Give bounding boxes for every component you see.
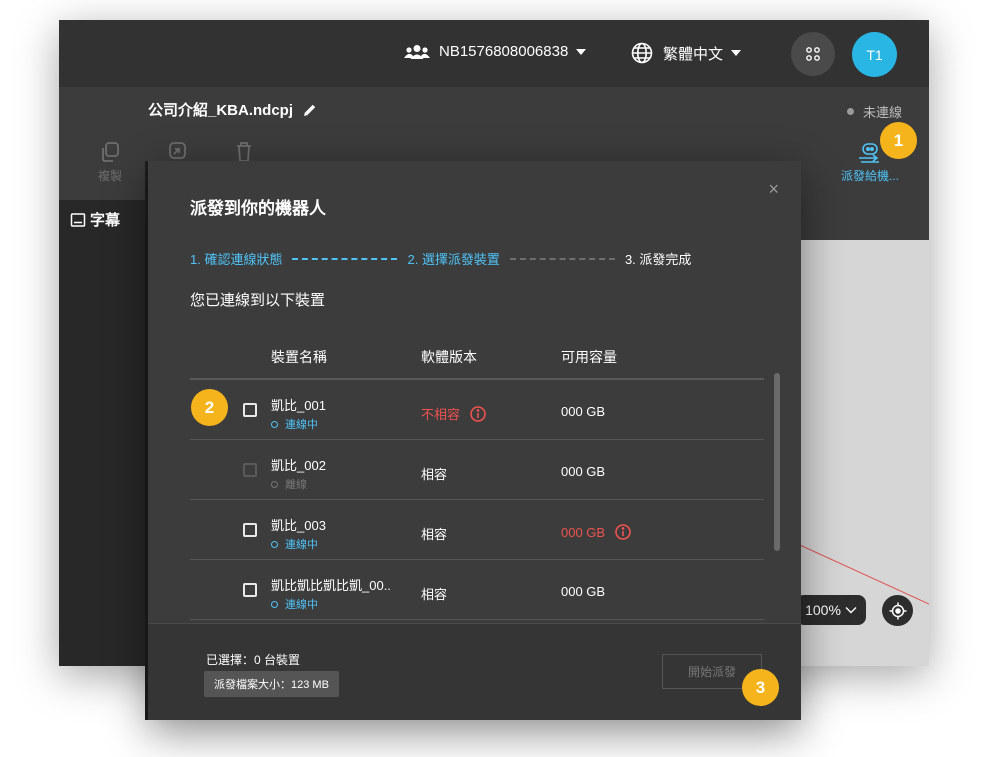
zoom-value: 100% [805, 602, 841, 618]
table-header: 裝置名稱 軟體版本 可用容量 [190, 347, 764, 380]
step-3: 3. 派發完成 [624, 252, 692, 267]
device-status-label: 連線中 [285, 419, 318, 431]
device-status: 連線中 [271, 596, 318, 612]
capacity: 000 GB [561, 584, 606, 599]
dialog-title: 派發到你的機器人 [190, 199, 326, 218]
chevron-down-icon [731, 50, 742, 56]
chevron-down-icon [845, 607, 857, 614]
language-label: 繁體中文 [663, 45, 724, 63]
device-name: 凱比_003 [271, 518, 326, 533]
dispatch-dialog: 派發到你的機器人 × 1. 確認連線狀態 2. 選擇派發裝置 3. 派發完成 您… [148, 161, 801, 720]
copy-icon [102, 142, 119, 162]
copy-button[interactable]: 複製 [90, 141, 130, 184]
device-checkbox [243, 463, 257, 477]
robot-dispatch-icon [858, 143, 879, 163]
step-2: 2. 選擇派發裝置 [407, 252, 500, 267]
top-bar: NB1576808006838 繁體中文 T1 [59, 20, 929, 87]
software-version: 不相容 [421, 404, 486, 423]
device-checkbox[interactable] [243, 523, 257, 537]
selected-count: 已選擇：0 台裝置 [206, 653, 301, 667]
device-status-label: 連線中 [285, 539, 318, 551]
device-name: 凱比_002 [271, 458, 326, 473]
zoom-select[interactable]: 100% [796, 595, 866, 625]
pencil-icon[interactable] [303, 103, 317, 117]
capacity: 000 GB [561, 404, 606, 419]
crosshair-icon [889, 602, 906, 619]
status-ring-icon [271, 540, 278, 548]
step-connector-2 [509, 257, 615, 260]
device-name: 凱比凱比凱比凱_00.. [271, 578, 391, 593]
list-scrollbar[interactable] [774, 373, 780, 551]
step-1: 1. 確認連線狀態 [190, 252, 283, 267]
account-menu[interactable]: NB1576808006838 [404, 43, 587, 60]
apps-grid-icon [806, 47, 820, 61]
language-menu[interactable]: 繁體中文 [631, 42, 742, 64]
table-row[interactable]: 凱比_003 連線中 相容 000 GB [190, 500, 764, 560]
capacity: 000 GB [561, 464, 606, 479]
software-version: 相容 [421, 587, 448, 602]
avatar[interactable]: T1 [852, 32, 897, 77]
left-panel: 字幕 [59, 200, 147, 666]
dialog-footer: 已選擇：0 台裝置 派發檔案大小：123 MB 開始派發 [148, 623, 801, 720]
project-name-label: 公司介紹_KBA.ndcpj [148, 102, 294, 119]
software-version: 相容 [421, 467, 448, 482]
device-checkbox[interactable] [243, 583, 257, 597]
copy-label: 複製 [97, 169, 122, 183]
step-badge-1: 1 [880, 122, 917, 159]
trash-icon [237, 142, 251, 162]
device-status-label: 連線中 [285, 599, 318, 611]
users-icon [404, 44, 430, 59]
table-row[interactable]: 凱比_001 連線中 不相容 000 GB [190, 380, 764, 440]
connection-status-label: 未連線 [862, 105, 902, 120]
chevron-down-icon [576, 48, 587, 55]
step-connector-1 [292, 257, 398, 260]
tab-subtitles[interactable]: 字幕 [70, 209, 120, 230]
software-version-label: 不相容 [421, 407, 461, 422]
column-software-version: 軟體版本 [421, 349, 477, 365]
paste-icon [169, 142, 186, 159]
step-badge-2: 2 [191, 389, 228, 426]
capacity: 000 GB [561, 524, 631, 540]
subtitle-icon [70, 212, 86, 227]
file-size-badge: 派發檔案大小：123 MB [204, 671, 339, 697]
locate-button[interactable] [882, 595, 913, 626]
tab-subtitles-label: 字幕 [90, 212, 121, 229]
software-version: 相容 [421, 527, 448, 542]
capacity-label: 000 GB [561, 524, 606, 540]
status-ring-icon [271, 420, 278, 428]
column-device-name: 裝置名稱 [271, 349, 327, 365]
info-icon[interactable] [615, 524, 631, 540]
device-list: 凱比_001 連線中 不相容 000 GB 凱比_002 離線 相容 000 G… [190, 380, 764, 620]
table-row: 凱比_002 離線 相容 000 GB [190, 440, 764, 500]
account-name: NB1576808006838 [439, 43, 569, 60]
project-name[interactable]: 公司介紹_KBA.ndcpj [148, 99, 317, 120]
device-status: 連線中 [271, 536, 318, 552]
stepper: 1. 確認連線狀態 2. 選擇派發裝置 3. 派發完成 [190, 249, 691, 268]
dispatch-label: 派發給機... [840, 169, 899, 183]
column-capacity: 可用容量 [561, 349, 617, 365]
globe-icon [631, 42, 653, 64]
info-icon[interactable] [470, 405, 486, 422]
table-row[interactable]: 凱比凱比凱比凱_00.. 連線中 相容 000 GB [190, 560, 764, 620]
device-checkbox[interactable] [243, 403, 257, 417]
status-ring-icon [271, 600, 278, 608]
device-status: 連線中 [271, 416, 318, 432]
connection-status: 未連線 [846, 102, 902, 121]
status-ring-icon [271, 480, 278, 488]
apps-button[interactable] [791, 32, 835, 76]
device-status: 離線 [271, 476, 307, 492]
device-status-label: 離線 [285, 479, 307, 491]
dialog-subtitle: 您已連線到以下裝置 [190, 292, 326, 309]
status-dot-icon [846, 108, 854, 115]
step-badge-3: 3 [742, 669, 779, 706]
device-name: 凱比_001 [271, 398, 326, 413]
close-icon[interactable]: × [768, 179, 779, 200]
